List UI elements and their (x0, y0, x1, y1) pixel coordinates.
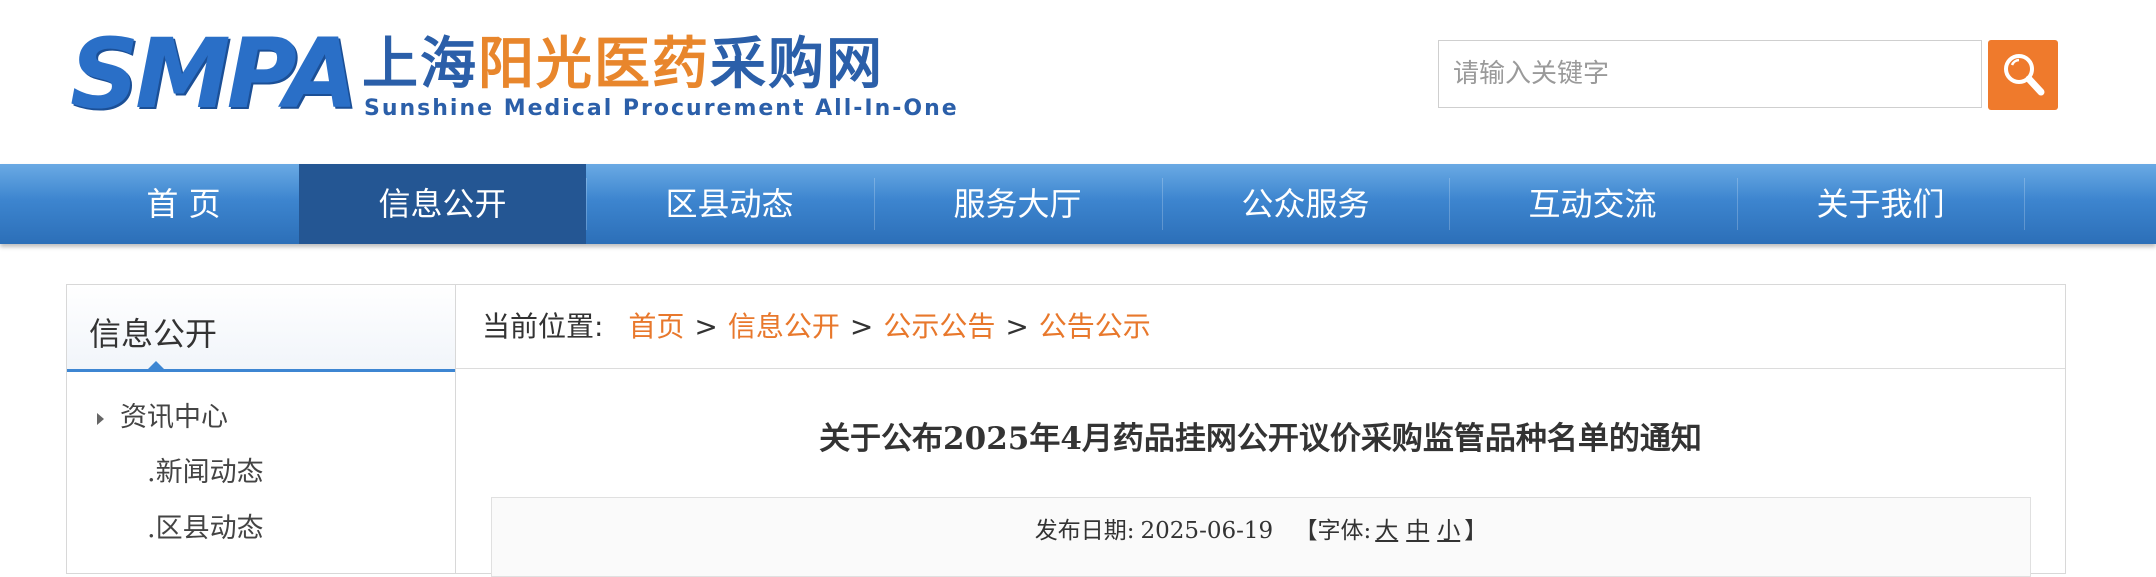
sidebar-subitem-news[interactable]: .新闻动态 (147, 450, 264, 489)
publish-date: 2025-06-19 (1140, 518, 1274, 544)
sidebar: 信息公开 资讯中心 .新闻动态 .区县动态 (66, 284, 456, 574)
sidebar-header: 信息公开 (67, 285, 455, 372)
search-input[interactable] (1438, 40, 1982, 108)
breadcrumb-separator: > (694, 310, 718, 343)
font-size-medium-link[interactable]: 中 (1406, 518, 1429, 544)
breadcrumb-link-notices[interactable]: 公示公告 (883, 310, 995, 343)
font-size-label: 【字体: (1294, 518, 1372, 544)
caret-up-icon (147, 361, 165, 370)
logo-cn-part3: 采购网 (710, 31, 884, 97)
breadcrumb-link-info[interactable]: 信息公开 (728, 310, 840, 343)
sidebar-item-label: 资讯中心 (120, 402, 228, 433)
sidebar-item-news-center[interactable]: 资讯中心 (97, 395, 228, 434)
logo-cn-part1: 上海 (362, 31, 478, 97)
breadcrumb-link-home[interactable]: 首页 (628, 310, 684, 343)
logo-chinese-name: 上海阳光医药采购网 (362, 32, 884, 96)
logo-mark: SMPA (70, 18, 359, 130)
main-content: 当前位置: 首页 > 信息公开 > 公示公告 > 公告公示 关于公布2025年4月药品挂网公… (456, 284, 2066, 577)
breadcrumb-link-announcements[interactable]: 公告公示 (1039, 310, 1151, 343)
article-title: 关于公布2025年4月药品挂网公开议价采购监管品种名单的通知 (819, 421, 1702, 457)
sidebar-subitem-district[interactable]: .区县动态 (147, 506, 264, 545)
logo-english-name: Sunshine Medical Procurement All-In-One (364, 96, 959, 121)
site-header: SMPA 上海阳光医药采购网 Sunshine Medical Procurem… (0, 0, 2156, 164)
triangle-right-icon (97, 412, 104, 425)
font-size-small-link[interactable]: 小 (1437, 518, 1460, 544)
search-button[interactable] (1988, 40, 2058, 110)
main-nav: 首 页 信息公开 区县动态 服务大厅 公众服务 互动交流 关于我们 (0, 164, 2156, 244)
nav-item-about-us[interactable]: 关于我们 (1737, 164, 2024, 244)
breadcrumb-separator: > (1005, 310, 1029, 343)
breadcrumb-separator: > (849, 310, 874, 343)
nav-separator (2024, 178, 2025, 230)
nav-item-district-news[interactable]: 区县动态 (586, 164, 873, 244)
breadcrumb-label: 当前位置: (482, 310, 604, 343)
breadcrumb: 当前位置: 首页 > 信息公开 > 公示公告 > 公告公示 (456, 285, 2065, 369)
font-size-large-link[interactable]: 大 (1375, 518, 1398, 544)
nav-item-interaction[interactable]: 互动交流 (1449, 164, 1736, 244)
nav-item-public-service[interactable]: 公众服务 (1162, 164, 1449, 244)
nav-item-service-hall[interactable]: 服务大厅 (874, 164, 1161, 244)
search-icon (2004, 54, 2045, 96)
publish-date-label: 发布日期: (1034, 518, 1135, 544)
article-meta: 发布日期: 2025-06-19 【字体: 大中小】 (491, 497, 2031, 577)
logo-cn-part2: 阳光医药 (478, 31, 710, 97)
nav-item-info-disclosure[interactable]: 信息公开 (299, 164, 586, 244)
nav-item-home[interactable]: 首 页 (40, 164, 327, 244)
sidebar-title: 信息公开 (89, 315, 218, 353)
font-size-label-close: 】 (1464, 518, 1488, 544)
